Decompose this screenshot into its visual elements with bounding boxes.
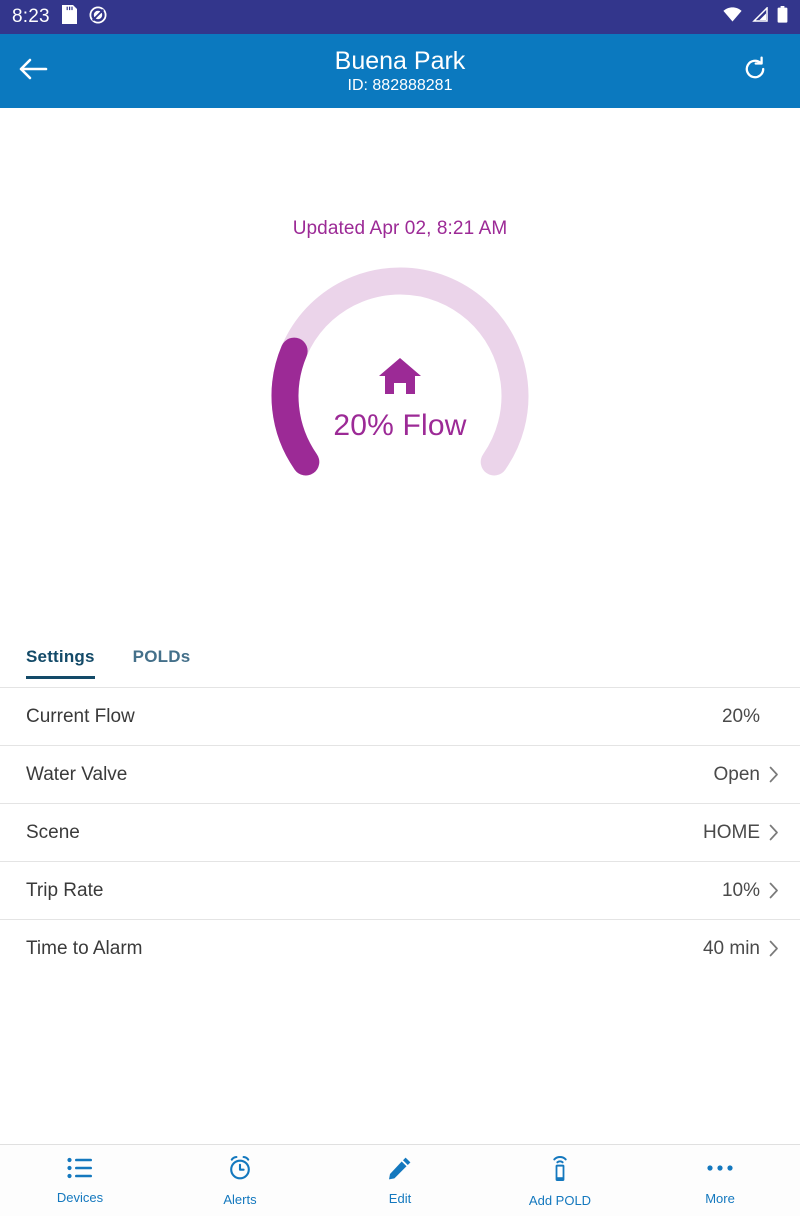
nav-item-edit[interactable]: Edit xyxy=(320,1145,480,1216)
status-bar-left-icons xyxy=(61,5,107,29)
battery-icon xyxy=(777,6,788,28)
row-label: Time to Alarm xyxy=(26,937,143,959)
settings-row-trip-rate[interactable]: Trip Rate 10% xyxy=(0,861,800,919)
chevron-right-icon xyxy=(760,824,788,841)
status-bar-clock: 8:23 xyxy=(12,6,50,27)
home-icon xyxy=(377,356,423,401)
nav-label: Edit xyxy=(388,1190,412,1206)
app-bar: Buena Park ID: 882888281 xyxy=(0,34,800,108)
gauge-value-label: 20% Flow xyxy=(333,408,467,442)
tab-bar: Settings POLDs xyxy=(0,623,800,679)
row-value: 40 min xyxy=(702,937,760,959)
chevron-right-icon xyxy=(760,882,788,899)
row-value: 10% xyxy=(721,879,760,901)
status-bar: 8:23 xyxy=(0,0,800,34)
bottom-navigation-bar: Devices Alerts Edit Add POLD More xyxy=(0,1144,800,1216)
app-bar-titles: Buena Park ID: 882888281 xyxy=(0,34,800,108)
nav-label: Devices xyxy=(56,1189,104,1205)
chevron-right-icon xyxy=(760,766,788,783)
row-value: 20% xyxy=(721,705,760,727)
gauge-center-content: 20% Flow xyxy=(255,251,545,541)
do-not-disturb-icon xyxy=(89,6,107,29)
refresh-button[interactable] xyxy=(728,34,782,108)
row-label: Current Flow xyxy=(26,705,135,727)
settings-row-current-flow[interactable]: Current Flow 20% xyxy=(0,687,800,745)
alarm-clock-icon xyxy=(227,1155,253,1186)
flow-gauge: 20% Flow xyxy=(255,251,545,541)
ellipsis-icon xyxy=(706,1156,734,1185)
chevron-right-icon xyxy=(760,940,788,957)
tab-settings[interactable]: Settings xyxy=(26,647,95,679)
list-icon xyxy=(67,1157,93,1184)
row-value: HOME xyxy=(703,821,760,843)
sd-card-icon xyxy=(61,5,77,29)
tab-polds[interactable]: POLDs xyxy=(133,647,191,679)
nav-item-devices[interactable]: Devices xyxy=(0,1145,160,1216)
back-button[interactable] xyxy=(0,34,66,108)
device-signal-icon xyxy=(547,1154,573,1187)
page-title: Buena Park xyxy=(334,46,466,75)
device-id-label: ID: 882888281 xyxy=(347,77,453,95)
nav-item-add-pold[interactable]: Add POLD xyxy=(480,1145,640,1216)
settings-list: Current Flow 20% Water Valve Open Scene … xyxy=(0,687,800,977)
nav-item-more[interactable]: More xyxy=(640,1145,800,1216)
status-bar-right-icons xyxy=(723,6,788,28)
arrow-left-icon xyxy=(18,56,48,87)
nav-label: Alerts xyxy=(223,1191,257,1207)
nav-label: Add POLD xyxy=(528,1192,592,1208)
row-value: Open xyxy=(713,763,760,785)
settings-row-scene[interactable]: Scene HOME xyxy=(0,803,800,861)
settings-row-time-to-alarm[interactable]: Time to Alarm 40 min xyxy=(0,919,800,977)
flow-gauge-section: Updated Apr 02, 8:21 AM 20% Flow xyxy=(0,108,800,613)
nav-item-alerts[interactable]: Alerts xyxy=(160,1145,320,1216)
pencil-icon xyxy=(388,1156,412,1185)
wifi-icon xyxy=(723,7,742,27)
last-updated-label: Updated Apr 02, 8:21 AM xyxy=(292,218,508,239)
settings-row-water-valve[interactable]: Water Valve Open xyxy=(0,745,800,803)
row-label: Scene xyxy=(26,821,80,843)
nav-label: More xyxy=(705,1190,735,1206)
cellular-signal-icon xyxy=(751,6,768,27)
row-label: Trip Rate xyxy=(26,879,104,901)
row-label: Water Valve xyxy=(26,763,128,785)
refresh-icon xyxy=(741,55,769,88)
